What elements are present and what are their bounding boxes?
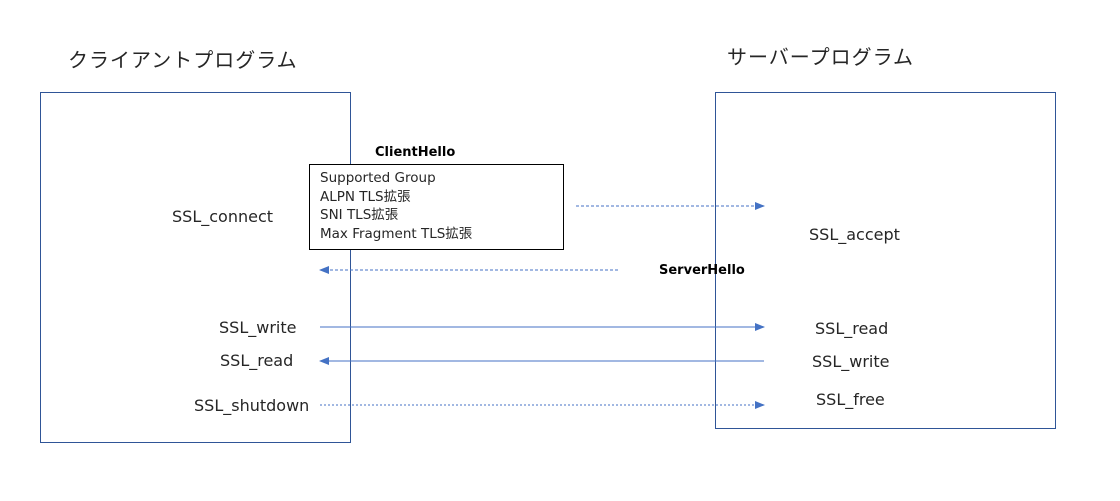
message-arrows bbox=[319, 202, 765, 409]
